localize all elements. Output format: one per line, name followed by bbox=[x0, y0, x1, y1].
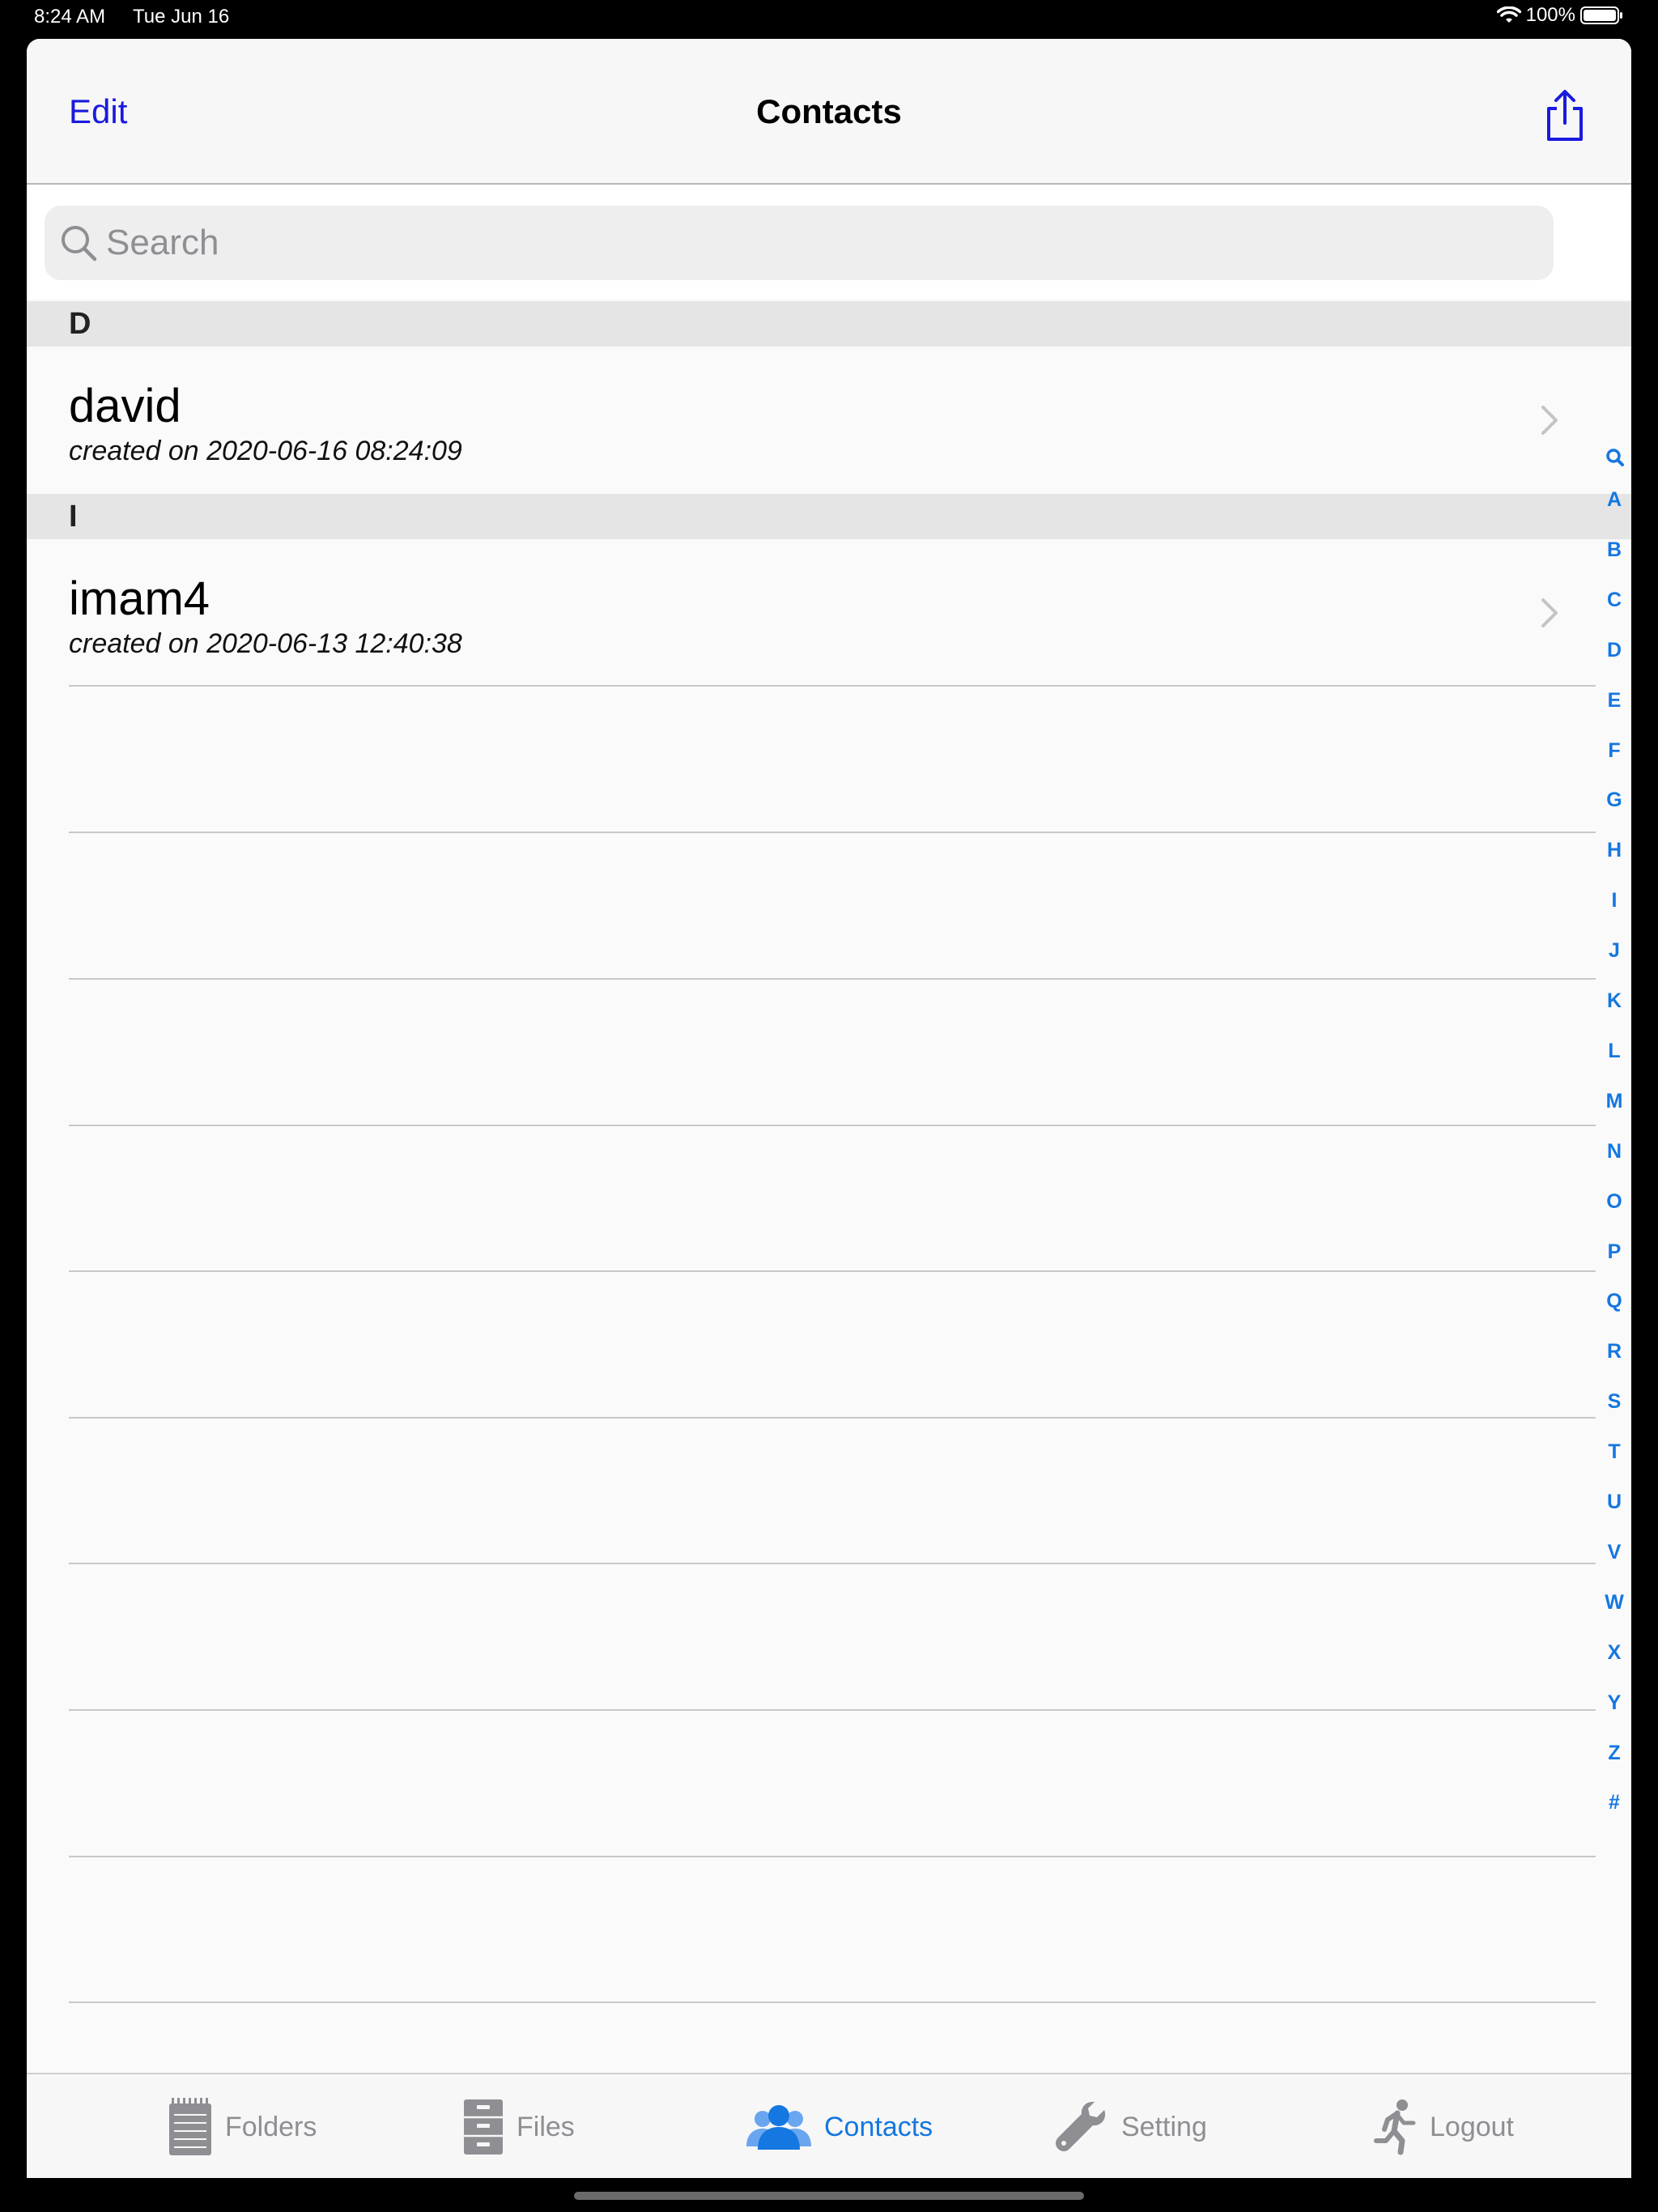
index-letter[interactable]: D bbox=[1597, 637, 1631, 663]
index-letter[interactable]: J bbox=[1597, 938, 1631, 963]
status-bar: 8:24 AM Tue Jun 16 100% bbox=[0, 0, 1658, 36]
index-search-icon[interactable] bbox=[1605, 448, 1625, 467]
cabinet-icon bbox=[464, 2099, 503, 2155]
index-letter[interactable]: M bbox=[1597, 1088, 1631, 1114]
index-letter[interactable]: K bbox=[1597, 988, 1631, 1014]
row-separator bbox=[69, 2001, 1596, 2003]
index-letter[interactable]: H bbox=[1597, 837, 1631, 863]
wrench-icon bbox=[1056, 2101, 1105, 2151]
index-letter[interactable]: V bbox=[1597, 1539, 1631, 1565]
search-input[interactable] bbox=[106, 206, 1531, 280]
index-letter[interactable]: P bbox=[1597, 1239, 1631, 1265]
tab-files[interactable]: Files bbox=[461, 2074, 575, 2178]
row-separator bbox=[69, 1856, 1596, 1857]
index-letter[interactable]: F bbox=[1597, 738, 1631, 764]
navigation-bar: Edit Contacts bbox=[27, 39, 1631, 185]
row-separator bbox=[69, 1125, 1596, 1126]
index-letter[interactable]: N bbox=[1597, 1138, 1631, 1164]
battery-icon bbox=[1580, 6, 1622, 24]
home-indicator[interactable] bbox=[574, 2192, 1084, 2200]
search-icon bbox=[62, 226, 97, 262]
status-date: Tue Jun 16 bbox=[133, 6, 230, 28]
tab-setting[interactable]: Setting bbox=[1053, 2074, 1207, 2178]
index-letter[interactable]: A bbox=[1597, 487, 1631, 513]
battery-percent: 100% bbox=[1525, 4, 1575, 26]
index-letter[interactable]: T bbox=[1597, 1439, 1631, 1465]
chevron-right-icon bbox=[1541, 406, 1558, 435]
index-letter[interactable]: # bbox=[1597, 1789, 1631, 1815]
index-letter[interactable]: L bbox=[1597, 1038, 1631, 1064]
index-letter[interactable]: Q bbox=[1597, 1288, 1631, 1314]
page-title: Contacts bbox=[756, 92, 902, 130]
tab-label: Setting bbox=[1121, 2111, 1207, 2142]
index-letter[interactable]: O bbox=[1597, 1189, 1631, 1214]
index-letter[interactable]: U bbox=[1597, 1489, 1631, 1515]
status-time: 8:24 AM bbox=[34, 6, 106, 28]
index-letter[interactable]: X bbox=[1597, 1640, 1631, 1665]
row-separator bbox=[69, 1563, 1596, 1564]
contact-name: imam4 bbox=[69, 572, 210, 625]
index-letter[interactable]: B bbox=[1597, 537, 1631, 563]
contact-created: created on 2020-06-13 12:40:38 bbox=[69, 628, 462, 659]
index-letter[interactable]: E bbox=[1597, 687, 1631, 713]
running-man-icon bbox=[1374, 2099, 1416, 2155]
index-letter[interactable]: R bbox=[1597, 1338, 1631, 1364]
section-header-d: D bbox=[27, 301, 1631, 347]
row-separator bbox=[69, 1709, 1596, 1711]
tab-label: Folders bbox=[225, 2111, 317, 2142]
tab-bar: Folders Files Contacts Setting Logout bbox=[27, 2073, 1631, 2178]
contacts-sheet: Edit Contacts D david created on 2020-06… bbox=[27, 39, 1631, 2178]
index-letter[interactable]: S bbox=[1597, 1389, 1631, 1414]
tab-logout[interactable]: Logout bbox=[1373, 2074, 1514, 2178]
section-header-i: I bbox=[27, 494, 1631, 539]
tab-label: Contacts bbox=[824, 2111, 933, 2142]
tab-contacts[interactable]: Contacts bbox=[745, 2074, 933, 2178]
contact-row-david[interactable]: david created on 2020-06-16 08:24:09 bbox=[27, 347, 1604, 492]
search-bar bbox=[27, 186, 1631, 300]
index-letter[interactable]: G bbox=[1597, 787, 1631, 813]
people-icon bbox=[746, 2105, 811, 2150]
contact-row-imam4[interactable]: imam4 created on 2020-06-13 12:40:38 bbox=[27, 539, 1604, 685]
index-letter[interactable]: Z bbox=[1597, 1740, 1631, 1766]
index-letter[interactable]: W bbox=[1597, 1589, 1631, 1615]
row-separator bbox=[69, 1417, 1596, 1419]
tab-label: Files bbox=[517, 2111, 575, 2142]
tab-label: Logout bbox=[1430, 2111, 1514, 2142]
tab-folders[interactable]: Folders bbox=[167, 2074, 317, 2178]
search-field[interactable] bbox=[45, 206, 1554, 280]
share-icon[interactable] bbox=[1541, 87, 1589, 144]
index-letter[interactable]: C bbox=[1597, 587, 1631, 613]
status-right: 100% bbox=[1496, 4, 1624, 27]
contact-name: david bbox=[69, 380, 181, 432]
chevron-right-icon bbox=[1541, 598, 1558, 627]
row-separator bbox=[69, 832, 1596, 833]
row-separator bbox=[69, 1270, 1596, 1272]
index-letter[interactable]: Y bbox=[1597, 1690, 1631, 1716]
row-separator bbox=[69, 978, 1596, 980]
row-separator bbox=[69, 685, 1596, 687]
wifi-icon bbox=[1496, 6, 1521, 23]
notepad-icon bbox=[169, 2098, 211, 2155]
index-letter[interactable]: I bbox=[1597, 887, 1631, 913]
contact-created: created on 2020-06-16 08:24:09 bbox=[69, 436, 462, 466]
